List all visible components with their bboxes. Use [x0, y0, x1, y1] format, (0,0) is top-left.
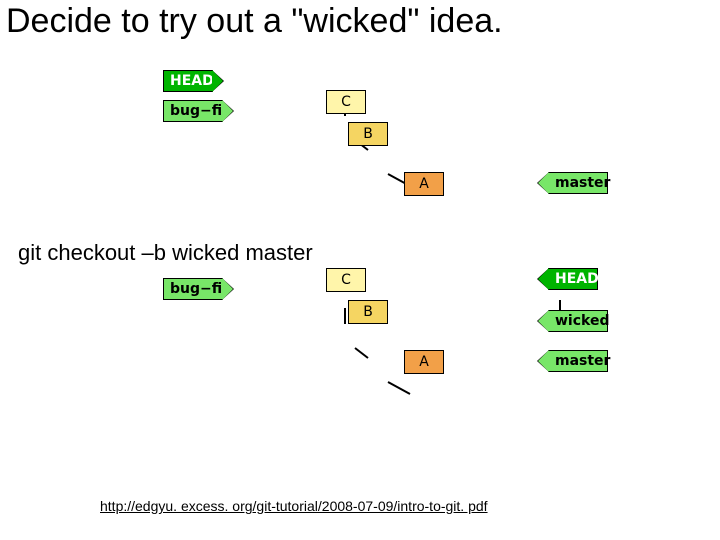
commit-c-2: C: [326, 268, 366, 292]
command-text: git checkout –b wicked master: [18, 240, 313, 266]
commit-a-label-2: A: [419, 354, 429, 370]
diagram-before: HEAD bug−fi C B A master: [0, 70, 720, 210]
head-label: HEAD: [170, 73, 214, 89]
head-label-2: HEAD: [555, 271, 599, 287]
head-tag: HEAD: [163, 70, 213, 92]
branch-wicked: wicked: [548, 310, 608, 332]
branch-bugfix: bug−fi: [163, 100, 223, 122]
commit-b-label-2: B: [363, 304, 373, 320]
master-label-2: master: [555, 353, 610, 369]
diagram-after: bug−fi C B A HEAD wicked master: [0, 278, 720, 428]
bugfix-label: bug−fi: [170, 103, 222, 119]
page-title: Decide to try out a "wicked" idea.: [6, 2, 503, 41]
commit-c-label-2: C: [341, 272, 351, 288]
branch-master-2: master: [548, 350, 608, 372]
head-tag-2: HEAD: [548, 268, 598, 290]
branch-bugfix-2: bug−fi: [163, 278, 223, 300]
bugfix-label-2: bug−fi: [170, 281, 222, 297]
commit-c-label: C: [341, 94, 351, 110]
commit-b: B: [348, 122, 388, 146]
master-label: master: [555, 175, 610, 191]
commit-a: A: [404, 172, 444, 196]
commit-a-2: A: [404, 350, 444, 374]
commit-c: C: [326, 90, 366, 114]
commit-a-label: A: [419, 176, 429, 192]
wicked-label: wicked: [555, 313, 609, 329]
branch-master: master: [548, 172, 608, 194]
footer-link[interactable]: http://edgyu. excess. org/git-tutorial/2…: [100, 498, 488, 514]
commit-b-label: B: [363, 126, 373, 142]
commit-b-2: B: [348, 300, 388, 324]
